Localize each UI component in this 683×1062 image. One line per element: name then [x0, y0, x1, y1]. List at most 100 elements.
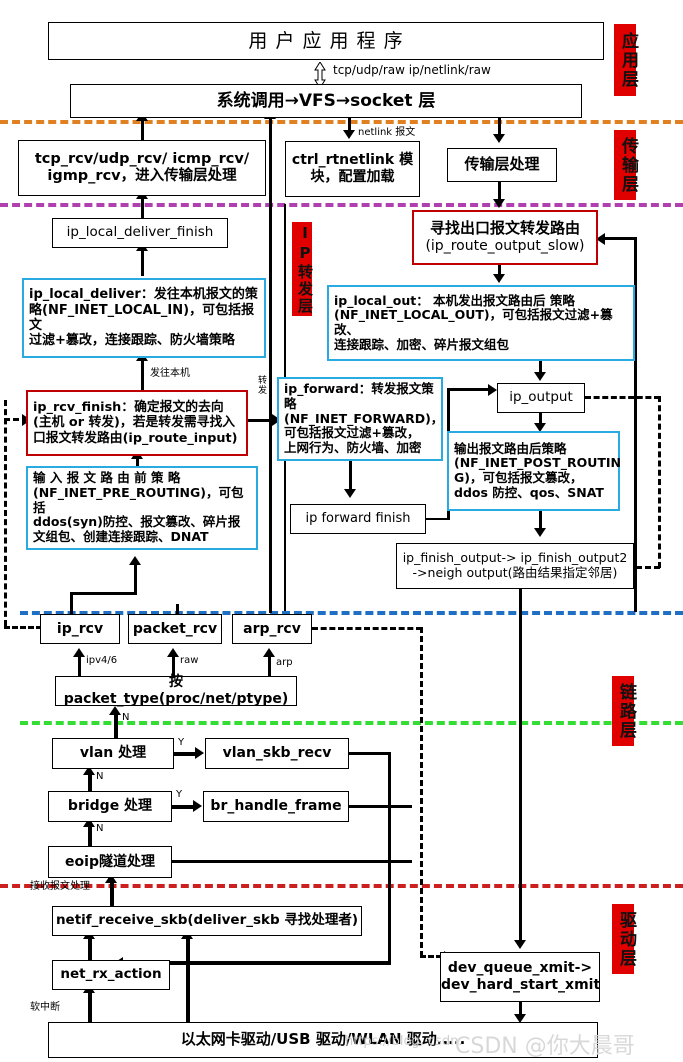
box-route-output-slow-line-0: 寻找出口报文转发路由	[429, 219, 580, 238]
box-post-routing-line-1: (NF_INET_POST_ROUTIN	[454, 455, 621, 471]
box-post-routing-line-3: ddos 防控、qos、SNAT	[454, 484, 604, 500]
box-bridge-processing[interactable]: bridge 处理	[48, 791, 172, 822]
box-ip-forward-finish-line-0: ip forward finish	[305, 511, 411, 527]
conn-tcprcv-to-syscall	[141, 120, 144, 140]
edge-label-n-vlan: N	[122, 712, 130, 723]
watermark-url: https://blog. csdn.	[345, 1034, 463, 1049]
conn-brhandleframe-right	[349, 805, 412, 808]
box-vlan-skb-recv[interactable]: vlan_skb_recv	[205, 738, 349, 769]
box-eoip-tunnel-line-0: eoip隧道处理	[65, 853, 155, 870]
conn-ptype-to-arprcv	[268, 654, 271, 676]
box-ip-local-deliver-line-1: 略(NF_INET_LOCAL_IN)，可包括报文	[29, 302, 255, 333]
arrowhead-vlan-to-vlanskbrecv	[195, 747, 204, 759]
box-ip-local-out-line-0: ip_local_out： 本机发出报文路由后 策略	[334, 292, 575, 308]
box-ctrl-rtnetlink[interactable]: ctrl_rtnetlink 模 块，配置加载	[285, 141, 420, 197]
arrowhead-routeoutput-to-iplocalout	[493, 274, 505, 283]
arrowhead-iplocalout-to-ipoutput	[534, 372, 546, 381]
box-tcp-rcv[interactable]: tcp_rcv/udp_rcv/ icmp_rcv/ igmp_rcv，进入传输…	[18, 140, 266, 196]
arrowhead-iprcv-to-prerouting	[129, 556, 141, 565]
arrowhead-syscall-to-transport	[493, 134, 505, 143]
box-pre-routing[interactable]: 输 入 报 文 路 由 前 策 略 (NF_INET_PRE_ROUTING)，…	[26, 466, 258, 550]
edge-label-netlink-message: netlink 报文	[358, 127, 416, 138]
arrowhead-transport-to-routeoutput	[493, 199, 505, 208]
link-driver-divider	[0, 884, 683, 888]
conn-iplocaldeliverfinish-to-tcprcv	[141, 196, 144, 218]
box-pre-routing-line-3: 文组包、创建连接跟踪、DNAT	[33, 529, 209, 545]
box-ip-local-deliver-finish[interactable]: ip_local_deliver_finish	[52, 218, 228, 248]
box-br-handle-frame-line-0: br_handle_frame	[210, 798, 342, 815]
box-vlan-processing[interactable]: vlan 处理	[52, 738, 174, 769]
box-ip-local-out[interactable]: ip_local_out： 本机发出报文路由后 策略 (NF_INET_LOCA…	[327, 285, 635, 361]
box-ip-local-out-line-2: 连接跟踪、加密、碎片报文组包	[334, 336, 510, 352]
box-syscall-vfs-socket[interactable]: 系统调用→VFS→socket 层	[70, 84, 582, 118]
conn-iprcv-to-prerouting	[134, 562, 137, 594]
arrowhead-ptype-to-arprcv	[263, 648, 275, 657]
box-bridge-processing-line-0: bridge 处理	[67, 798, 153, 815]
conn-driver-to-netifreceiveskb	[186, 936, 190, 1026]
layer-label-transport: 传输层	[614, 130, 638, 200]
arrowhead-ptype-to-iprcv	[73, 648, 85, 657]
box-dev-queue-xmit[interactable]: dev_queue_xmit-> dev_hard_start_xmit	[440, 952, 600, 1002]
edge-label-ipv4-6: ipv4/6	[86, 655, 118, 666]
box-user-application[interactable]: 用 户 应 用 程 序	[48, 22, 604, 60]
box-ip-output[interactable]: ip_output	[497, 383, 585, 413]
box-ip-local-deliver[interactable]: ip_local_deliver：发往本机报文的策 略(NF_INET_LOCA…	[22, 278, 266, 358]
edge-label-y-vlan: Y	[178, 737, 185, 748]
box-post-routing[interactable]: 输出报文路由后策略 (NF_INET_POST_ROUTIN G)，可包括报文篡…	[447, 431, 621, 511]
box-pre-routing-line-0: 输 入 报 文 路 由 前 策 略	[33, 470, 181, 486]
box-pre-routing-line-2: ddos(syn)防控、报文篡改、碎片报	[33, 514, 241, 530]
box-packet-type[interactable]: 按 packet_type(proc/net/ptype)	[55, 674, 297, 707]
conn-collector-vertical	[388, 752, 391, 964]
box-transport-processing[interactable]: 传输层处理	[447, 148, 557, 182]
arrowhead-finishoutput-to-driver	[514, 940, 526, 949]
box-route-output-slow[interactable]: 寻找出口报文转发路由 (ip_route_output_slow)	[412, 210, 598, 265]
box-ip-rcv[interactable]: ip_rcv	[40, 614, 120, 644]
box-post-routing-line-0: 输出报文路由后策略	[454, 440, 567, 456]
box-ip-local-deliver-finish-line-0: ip_local_deliver_finish	[66, 224, 214, 241]
box-ip-finish-output[interactable]: ip_finish_output-> ip_finish_output2 ->n…	[396, 543, 634, 589]
network-stack-diagram: 应用层 传输层 IP转发层 链路层 驱动层 用 户 应 用 程 序 tcp/ud…	[0, 0, 683, 1062]
box-netif-receive-skb-line-0: netif_receive_skb(deliver_skb 寻找处理者)	[55, 912, 359, 929]
conn-iprcv-horizontal	[70, 592, 137, 595]
edge-label-raw: raw	[180, 655, 199, 666]
edge-label-n-eoip: N	[96, 823, 104, 834]
conn-iprcvfinish-to-iplocaldeliver	[141, 358, 144, 390]
edge-label-n-bridge: N	[96, 771, 104, 782]
box-arp-rcv[interactable]: arp_rcv	[232, 614, 312, 644]
box-dev-queue-xmit-line-1: dev_hard_start_xmit	[441, 977, 601, 993]
box-eoip-tunnel[interactable]: eoip隧道处理	[48, 846, 172, 878]
box-ip-forward-finish[interactable]: ip forward finish	[290, 504, 426, 534]
box-syscall-vfs-socket-line-0: 系统调用→VFS→socket 层	[216, 90, 436, 111]
edge-label-arp: arp	[276, 657, 293, 668]
box-post-routing-line-2: G)，可包括报文篡改，	[454, 470, 583, 485]
conn-eoip-right	[172, 860, 412, 863]
feedback-dashed-arp-vertical	[420, 627, 423, 957]
box-ip-rcv-finish-line-0: ip_rcv_finish：确定报文的去向	[33, 400, 224, 416]
arrowhead-netlink-down	[343, 130, 355, 139]
box-dev-queue-xmit-line-0: dev_queue_xmit->	[447, 960, 593, 977]
watermark-brand: CSDN @你大晨哥	[455, 1034, 635, 1059]
box-netif-receive-skb[interactable]: netif_receive_skb(deliver_skb 寻找处理者)	[52, 906, 362, 936]
conn-netrxaction-to-netifreceiveskb	[88, 936, 92, 960]
box-arp-rcv-line-0: arp_rcv	[243, 620, 301, 637]
edge-label-softirq: 软中断	[30, 1002, 60, 1013]
box-net-rx-action[interactable]: net_rx_action	[52, 960, 170, 990]
box-tcp-rcv-line-1: igmp_rcv，进入传输层处理	[47, 168, 237, 184]
box-br-handle-frame[interactable]: br_handle_frame	[203, 791, 349, 822]
box-ip-forward-line-0: ip_forward：转发报文策	[284, 381, 434, 397]
feedback-dashed-to-iprcv	[4, 626, 42, 629]
box-ip-rcv-finish[interactable]: ip_rcv_finish：确定报文的去向 (主机 or 转发)，若是转发需寻找…	[26, 390, 248, 456]
conn-ipforwardfinish-to-postrouting	[426, 518, 448, 520]
box-transport-processing-line-0: 传输层处理	[464, 155, 540, 174]
edge-label-socket-protocols: tcp/udp/raw ip/netlink/raw	[333, 63, 491, 77]
box-ip-local-deliver-line-0: ip_local_deliver：发往本机报文的策	[29, 287, 258, 303]
conn-iprcv-up-stub	[70, 592, 73, 614]
conn-return-right-to-routeoutput	[604, 237, 637, 240]
box-ip-forward-line-1: 略(NF_INET_FORWARD)，	[284, 395, 444, 426]
box-ip-local-deliver-line-2: 过滤+篡改，连接跟踪、防火墙策略	[29, 333, 235, 349]
feedback-dashed-right-vertical	[658, 396, 661, 568]
box-ip-forward[interactable]: ip_forward：转发报文策 略(NF_INET_FORWARD)， 可包括…	[277, 377, 443, 461]
box-tcp-rcv-line-0: tcp_rcv/udp_rcv/ icmp_rcv/	[34, 150, 250, 167]
box-packet-rcv-line-0: packet_rcv	[132, 620, 218, 637]
box-packet-rcv[interactable]: packet_rcv	[128, 614, 222, 644]
